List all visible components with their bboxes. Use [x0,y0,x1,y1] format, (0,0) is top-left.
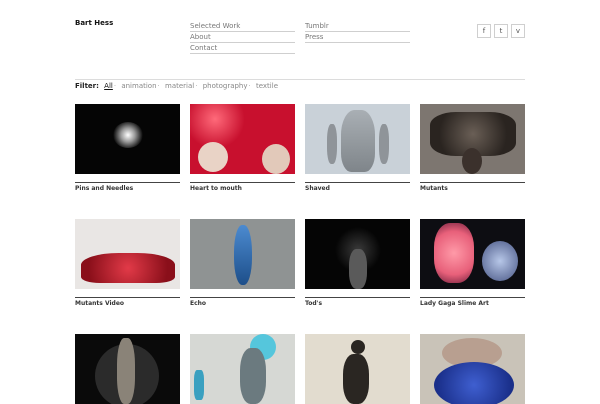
work-thumbnail[interactable] [75,219,180,289]
work-tile[interactable]: Mutants Video [75,219,180,308]
nav-column-secondary: Tumblr Press [305,21,410,43]
work-thumbnail[interactable] [75,104,180,174]
caption-rule [420,297,525,298]
filter-separator: · [157,82,160,90]
work-tile[interactable]: Pins and Needles [75,104,180,193]
nav-link-about[interactable]: About [190,32,295,43]
work-thumbnail[interactable] [420,334,525,404]
filter-material[interactable]: material [165,82,194,90]
filter-label: Filter: [75,82,99,90]
caption-rule [305,182,410,183]
nav-link-tumblr[interactable]: Tumblr [305,21,410,32]
nav-column-primary: Selected Work About Contact [190,21,295,54]
filter-all[interactable]: All [104,82,113,90]
header-divider [75,79,525,80]
filter-textile[interactable]: textile [256,82,278,90]
nav-link-selected-work[interactable]: Selected Work [190,21,295,32]
work-thumbnail[interactable] [190,104,295,174]
work-title[interactable]: Mutants [420,185,525,193]
work-tile[interactable]: Echo [190,219,295,308]
work-title[interactable]: Heart to mouth [190,185,295,193]
work-tile[interactable]: Mutants [420,104,525,193]
work-thumbnail[interactable] [190,334,295,404]
caption-rule [75,297,180,298]
work-title[interactable]: Mutants Video [75,300,180,308]
work-tile[interactable] [420,334,525,404]
caption-rule [190,182,295,183]
work-tile[interactable]: Tod's [305,219,410,308]
facebook-icon[interactable]: f [477,24,491,38]
work-tile[interactable] [190,334,295,404]
work-tile[interactable]: Lady Gaga Slime Art [420,219,525,308]
work-tile[interactable] [305,334,410,404]
nav-link-press[interactable]: Press [305,32,410,43]
work-title[interactable]: Echo [190,300,295,308]
vimeo-icon[interactable]: v [511,24,525,38]
caption-rule [75,182,180,183]
work-thumbnail[interactable] [305,104,410,174]
filter-photography[interactable]: photography [203,82,248,90]
work-tile[interactable] [75,334,180,404]
twitter-icon[interactable]: t [494,24,508,38]
work-title[interactable]: Lady Gaga Slime Art [420,300,525,308]
work-title[interactable]: Pins and Needles [75,185,180,193]
work-thumbnail[interactable] [420,104,525,174]
work-title[interactable]: Shaved [305,185,410,193]
work-title[interactable]: Tod's [305,300,410,308]
filter-separator: · [113,82,117,90]
work-thumbnail[interactable] [305,219,410,289]
caption-rule [305,297,410,298]
work-thumbnail[interactable] [190,219,295,289]
work-tile[interactable]: Heart to mouth [190,104,295,193]
work-thumbnail[interactable] [75,334,180,404]
work-thumbnail[interactable] [420,219,525,289]
work-thumbnail[interactable] [305,334,410,404]
caption-rule [420,182,525,183]
filter-animation[interactable]: animation [121,82,156,90]
caption-rule [190,297,295,298]
filter-bar: Filter: All· animation· material· photog… [75,81,278,91]
filter-separator: · [195,82,198,90]
filter-separator: · [248,82,251,90]
site-title[interactable]: Bart Hess [75,19,113,27]
work-tile[interactable]: Shaved [305,104,410,193]
nav-link-contact[interactable]: Contact [190,43,295,54]
